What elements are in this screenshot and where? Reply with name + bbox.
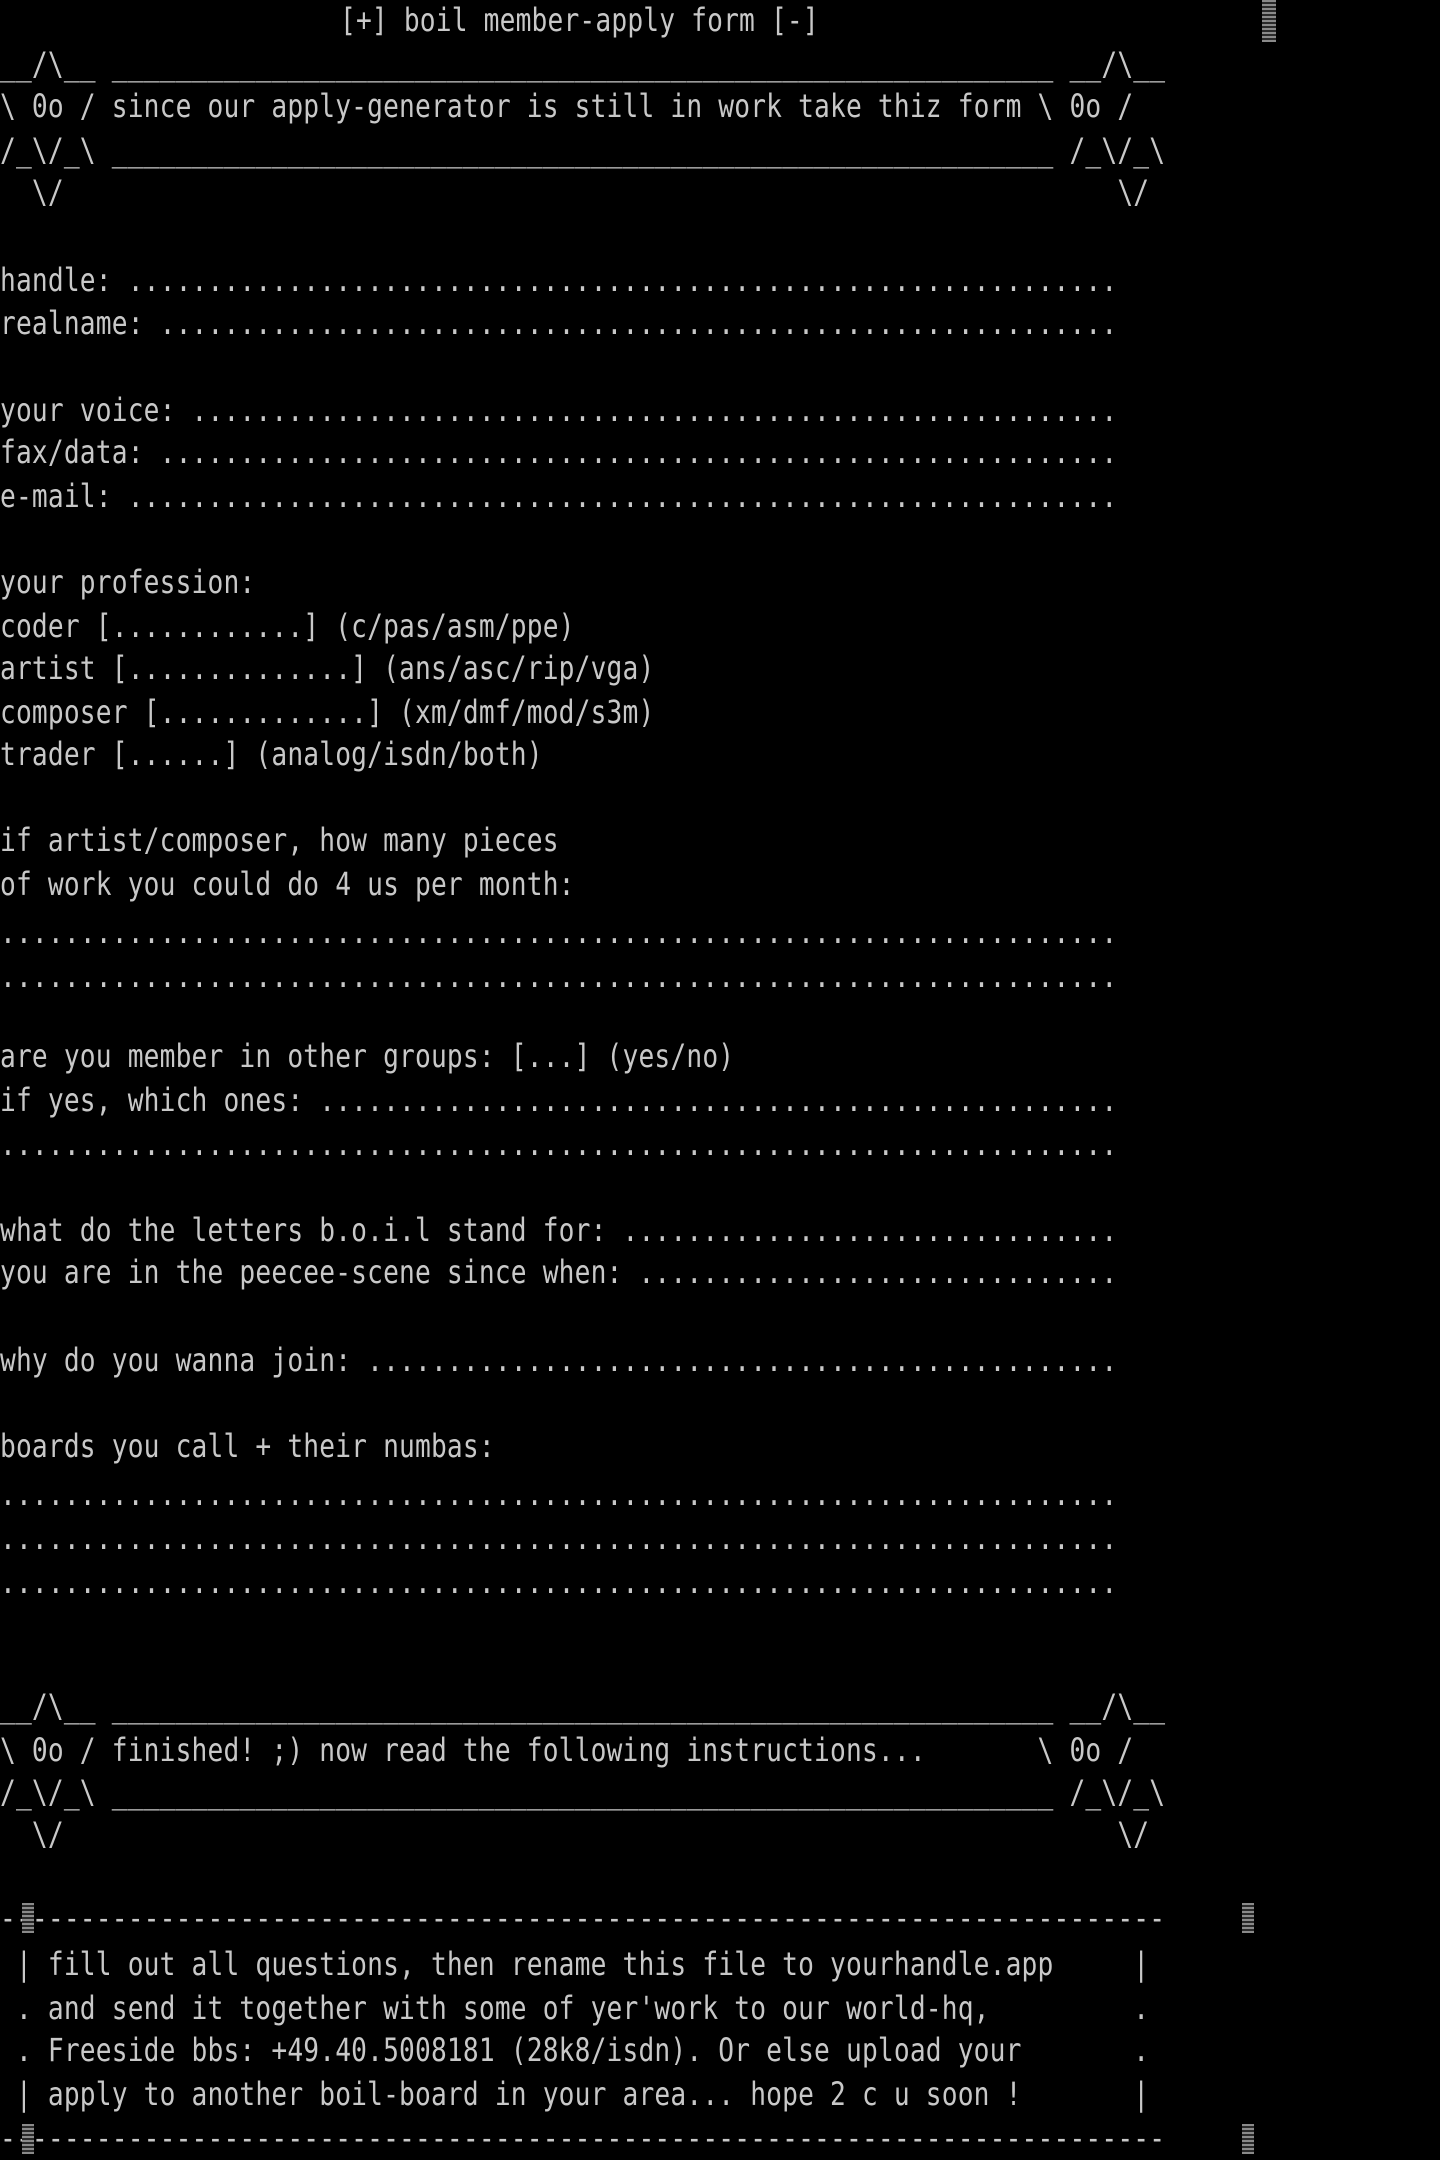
field-pieces-2[interactable]: ........................................…: [0, 956, 1117, 996]
header-box-tail: \/ \/: [0, 173, 1150, 211]
box-corner-mark: [1242, 2124, 1254, 2154]
instructions-border-top: ----------------------------------------…: [0, 1899, 1166, 1937]
field-why-join[interactable]: why do you wanna join: .................…: [0, 1340, 1117, 1380]
pieces-question-line2: of work you could do 4 us per month:: [0, 865, 575, 903]
field-groups-which[interactable]: if yes, which ones: ....................…: [0, 1080, 1117, 1120]
field-handle[interactable]: handle: ................................…: [0, 260, 1117, 300]
terminal-screen: [+] boil member-apply form [-] __/\__ __…: [0, 0, 1280, 2160]
field-boards-3[interactable]: ........................................…: [0, 1562, 1117, 1602]
pieces-question-line1: if artist/composer, how many pieces: [0, 821, 559, 859]
field-boil-letters[interactable]: what do the letters b.o.i.l stand for: .…: [0, 1210, 1117, 1250]
form-title: [+] boil member-apply form [-]: [340, 1, 819, 39]
field-coder[interactable]: coder [............] (c/pas/asm/ppe): [0, 606, 575, 646]
footer-box-bottom: /_\/_\ _________________________________…: [0, 1773, 1166, 1811]
field-voice[interactable]: your voice: ............................…: [0, 390, 1117, 430]
instructions-line-1: | fill out all questions, then rename th…: [0, 1945, 1150, 1983]
field-email[interactable]: e-mail: ................................…: [0, 476, 1117, 516]
field-pieces-1[interactable]: ........................................…: [0, 912, 1117, 952]
header-box-top: __/\__ _________________________________…: [0, 45, 1166, 83]
footer-box-message: \ 0o / finished! ;) now read the followi…: [0, 1731, 1134, 1769]
field-boards-1[interactable]: ........................................…: [0, 1474, 1117, 1514]
field-groups-2[interactable]: ........................................…: [0, 1124, 1117, 1164]
footer-box-top: __/\__ _________________________________…: [0, 1687, 1166, 1725]
instructions-line-4: | apply to another boil-board in your ar…: [0, 2075, 1150, 2113]
box-corner-mark: [1242, 1903, 1254, 1933]
header-box-message: \ 0o / since our apply-generator is stil…: [0, 87, 1134, 125]
instructions-line-3: . Freeside bbs: +49.40.5008181 (28k8/isd…: [0, 2031, 1150, 2069]
boards-question: boards you call + their numbas:: [0, 1427, 495, 1465]
box-corner-mark: [22, 1903, 34, 1933]
instructions-border-bottom: ----------------------------------------…: [0, 2119, 1166, 2157]
footer-box-tail: \/ \/: [0, 1815, 1150, 1853]
header-box-bottom: /_\/_\ _________________________________…: [0, 131, 1166, 169]
field-trader[interactable]: trader [......] (analog/isdn/both): [0, 734, 543, 774]
field-scene-since[interactable]: you are in the peecee-scene since when: …: [0, 1252, 1117, 1292]
scrollbar-thumb[interactable]: [1262, 0, 1276, 42]
field-artist[interactable]: artist [..............] (ans/asc/rip/vga…: [0, 648, 654, 688]
field-composer[interactable]: composer [.............] (xm/dmf/mod/s3m…: [0, 692, 654, 732]
field-faxdata[interactable]: fax/data: ..............................…: [0, 432, 1117, 472]
profession-heading: your profession:: [0, 563, 256, 601]
groups-question[interactable]: are you member in other groups: [...] (y…: [0, 1036, 734, 1076]
box-corner-mark: [22, 2124, 34, 2154]
instructions-line-2: . and send it together with some of yer'…: [0, 1989, 1150, 2027]
field-boards-2[interactable]: ........................................…: [0, 1518, 1117, 1558]
field-realname[interactable]: realname: ..............................…: [0, 303, 1117, 343]
